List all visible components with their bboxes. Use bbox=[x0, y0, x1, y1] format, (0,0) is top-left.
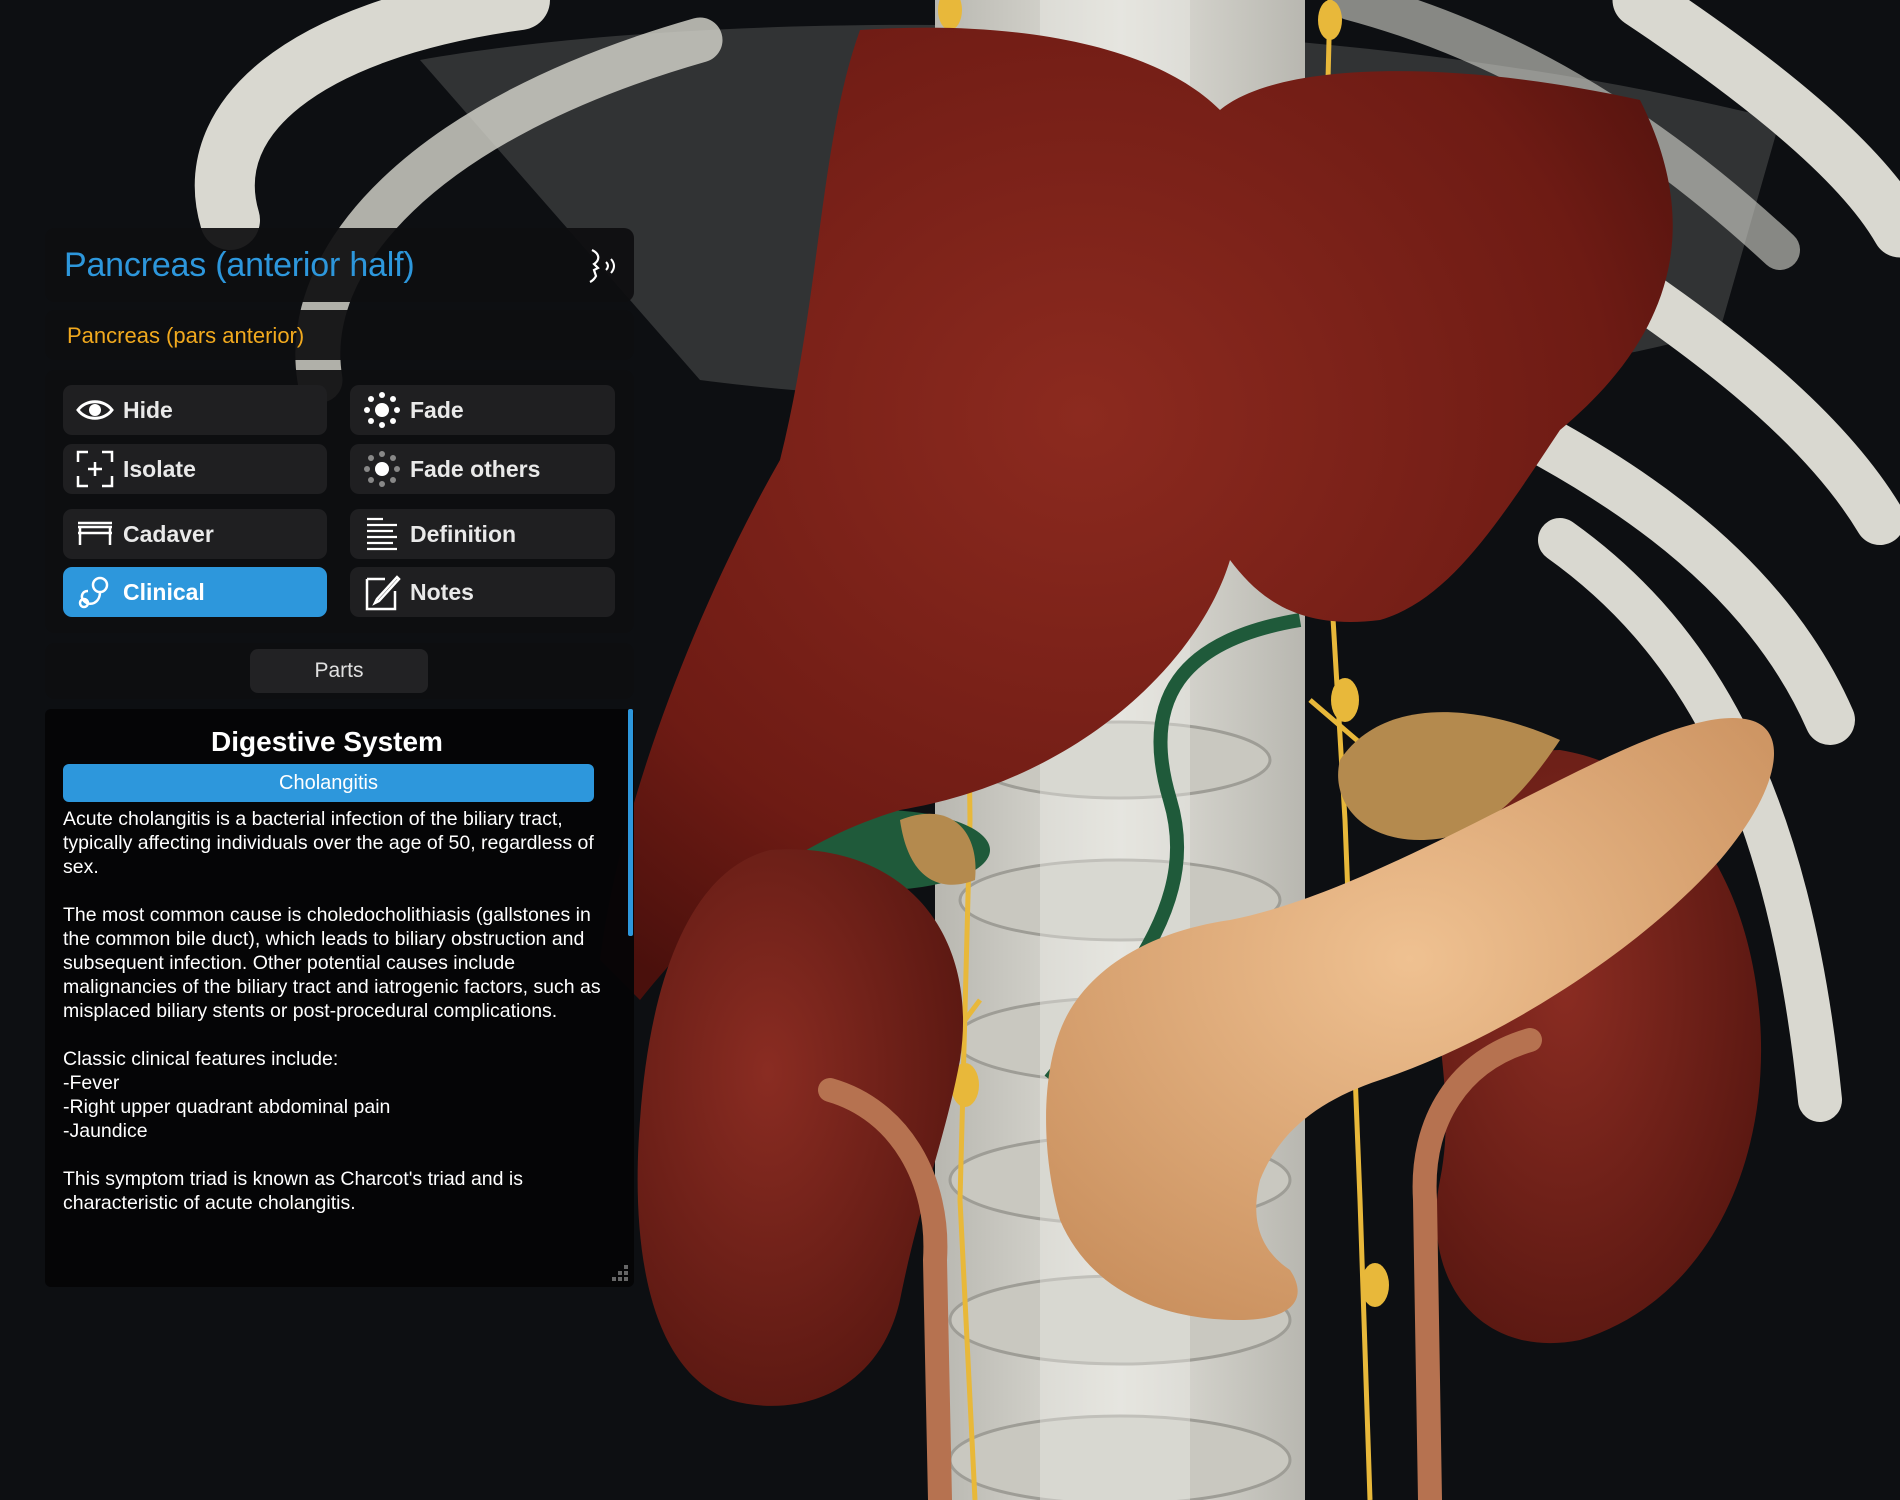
fade-icon bbox=[362, 390, 402, 430]
text-lines-icon bbox=[362, 514, 402, 554]
cadaver-button[interactable]: Cadaver bbox=[63, 509, 327, 559]
fade-others-label: Fade others bbox=[410, 455, 541, 482]
structure-name: Pancreas (anterior half) bbox=[64, 246, 415, 284]
cadaver-table-icon bbox=[75, 514, 115, 554]
stethoscope-icon bbox=[75, 572, 115, 612]
clinical-paragraph: The most common cause is choledocholithi… bbox=[63, 904, 601, 1022]
hide-button[interactable]: Hide bbox=[63, 385, 327, 435]
fade-label: Fade bbox=[410, 396, 464, 423]
scrollbar[interactable] bbox=[628, 709, 633, 936]
cadaver-label: Cadaver bbox=[123, 520, 214, 547]
resize-grip-icon[interactable] bbox=[608, 1261, 630, 1283]
fade-others-icon bbox=[362, 449, 402, 489]
latin-name: Pancreas (pars anterior) bbox=[67, 323, 305, 348]
isolate-icon bbox=[75, 449, 115, 489]
latin-name-bar: Pancreas (pars anterior) bbox=[45, 310, 634, 360]
parts-bar: Parts bbox=[45, 643, 634, 699]
clinical-label: Clinical bbox=[123, 578, 205, 605]
structure-title-bar: Pancreas (anterior half) bbox=[45, 228, 634, 302]
definition-label: Definition bbox=[410, 520, 517, 547]
isolate-button[interactable]: Isolate bbox=[63, 444, 327, 494]
parts-button[interactable]: Parts bbox=[250, 649, 428, 693]
eye-icon bbox=[75, 390, 115, 430]
clinical-paragraph: This symptom triad is known as Charcot's… bbox=[63, 1168, 523, 1214]
definition-button[interactable]: Definition bbox=[350, 509, 615, 559]
system-heading: Digestive System bbox=[211, 726, 443, 757]
clinical-button[interactable]: Clinical bbox=[63, 567, 327, 617]
pronunciation-audio-icon[interactable] bbox=[586, 246, 622, 286]
notes-button[interactable]: Notes bbox=[350, 567, 615, 617]
fade-button[interactable]: Fade bbox=[350, 385, 615, 435]
isolate-label: Isolate bbox=[123, 455, 196, 482]
action-button-grid: Hide Fade Isolate Fade others Cadaver De… bbox=[45, 370, 634, 633]
pencil-note-icon bbox=[362, 572, 402, 612]
clinical-info-panel[interactable]: Digestive System Cholangitis Acute chola… bbox=[45, 709, 634, 1287]
clinical-paragraph: Acute cholangitis is a bacterial infecti… bbox=[63, 808, 594, 878]
fade-others-button[interactable]: Fade others bbox=[350, 444, 615, 494]
notes-label: Notes bbox=[410, 578, 474, 605]
hide-label: Hide bbox=[123, 396, 173, 423]
clinical-paragraph: Classic clinical features include: -Feve… bbox=[63, 1048, 391, 1142]
condition-tab-cholangitis[interactable]: Cholangitis bbox=[63, 764, 594, 802]
clinical-text: Acute cholangitis is a bacterial infecti… bbox=[63, 807, 603, 1239]
